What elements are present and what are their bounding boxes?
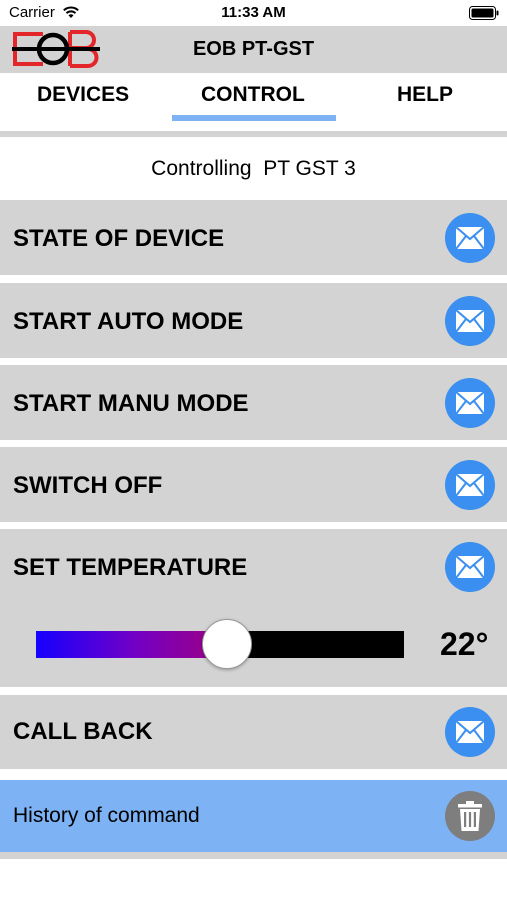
mail-icon [455,720,485,744]
battery-icon [469,6,499,20]
send-call-back-button[interactable] [445,707,495,757]
send-switch-off-button[interactable] [445,460,495,510]
app-title: EOB PT-GST [192,38,315,60]
send-set-temperature-button[interactable] [445,542,495,592]
mail-icon [455,309,485,333]
command-label: STATE OF DEVICE [13,225,225,252]
clear-history-button[interactable] [445,791,495,841]
command-label: SWITCH OFF [13,472,163,499]
command-row-start-manu-mode: START MANU MODE [0,365,507,440]
command-row-start-auto-mode: START AUTO MODE [0,283,507,358]
command-row-set-temperature: SET TEMPERATURE [0,529,507,687]
temperature-slider-fill [36,631,228,658]
mail-icon [455,473,485,497]
history-bar[interactable]: History of command [0,780,507,852]
trash-icon [458,801,482,831]
command-row-call-back: CALL BACK [0,695,507,769]
mail-icon [455,226,485,250]
tab-bar: DEVICES CONTROL HELP [0,73,507,131]
tab-selection-indicator [172,115,336,121]
command-row-switch-off: SWITCH OFF [0,447,507,522]
send-state-of-device-button[interactable] [445,213,495,263]
command-label: START AUTO MODE [13,308,244,335]
tab-devices[interactable]: DEVICES [37,83,129,107]
mail-icon [455,391,485,415]
controlling-header: Controlling PT GST 3 [0,137,507,195]
command-label: START MANU MODE [13,390,249,417]
command-label: CALL BACK [13,718,153,745]
command-row-state-of-device: STATE OF DEVICE [0,200,507,275]
mail-icon [455,555,485,579]
command-label: SET TEMPERATURE [13,554,248,581]
status-bar: Carrier 11:33 AM [0,0,507,26]
tab-help[interactable]: HELP [397,83,453,107]
tab-control[interactable]: CONTROL [201,83,305,107]
divider [0,852,507,859]
controlling-label: Controlling PT GST 3 [151,157,356,180]
history-label: History of command [13,804,200,827]
clock: 11:33 AM [221,4,286,21]
temperature-value: 22° [440,626,489,662]
title-bar: EOB PT-GST [0,26,507,73]
send-start-manu-mode-button[interactable] [445,378,495,428]
send-start-auto-mode-button[interactable] [445,296,495,346]
